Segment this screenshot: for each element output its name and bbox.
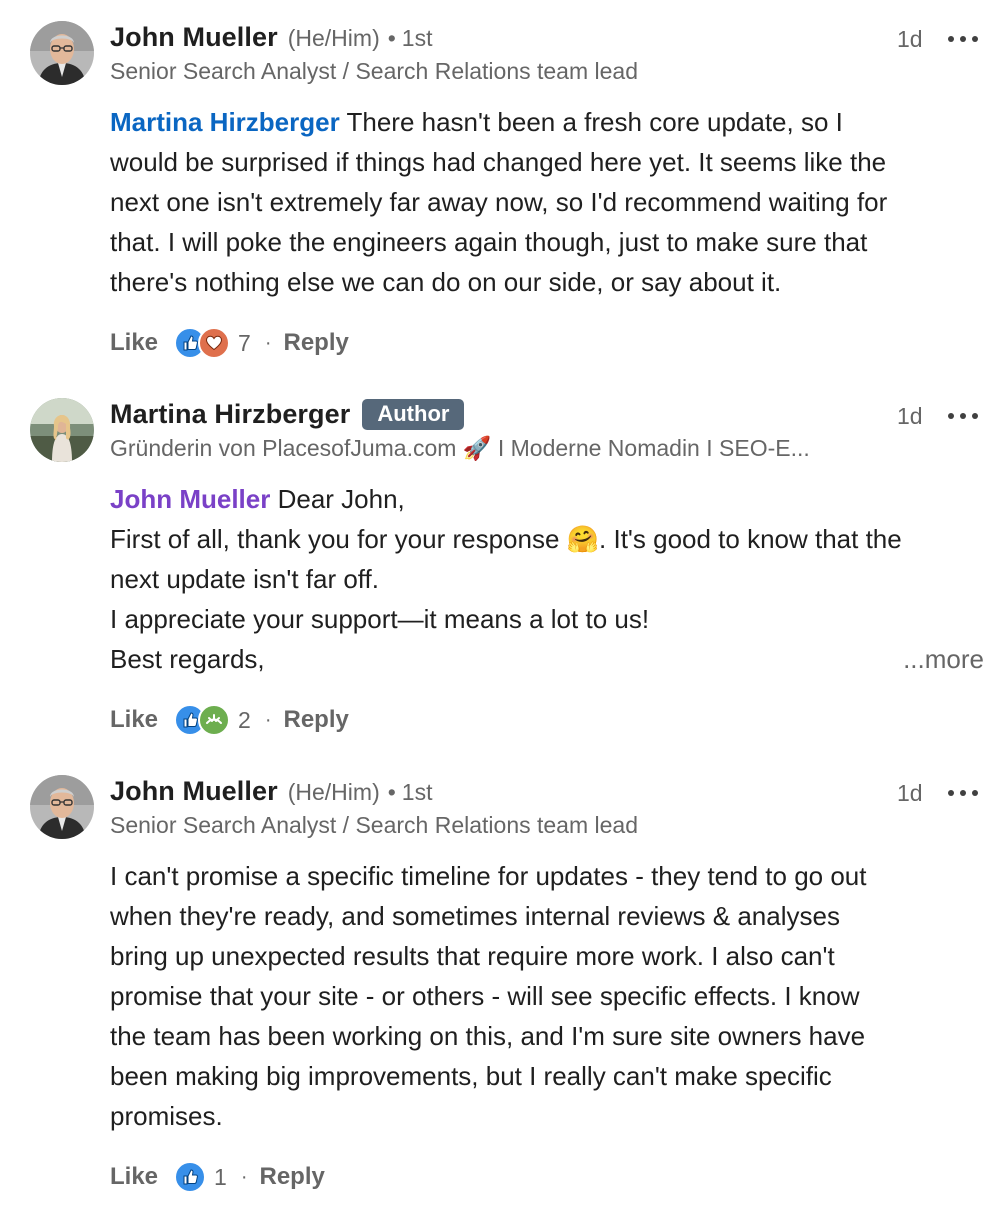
comment-3-name-line: John Mueller (He/Him) • 1st	[110, 776, 432, 810]
comment-text-line: promise that your site - or others - wil…	[110, 981, 860, 1011]
comment-text: I can't promise a specific timeline for …	[110, 856, 996, 1136]
like-button[interactable]: Like	[110, 329, 158, 357]
comment-text-line: Dear John,	[270, 484, 405, 514]
author-badge: Author	[362, 399, 465, 430]
like-button[interactable]: Like	[110, 1163, 158, 1191]
connection-degree: 1st	[401, 25, 433, 51]
comment-text-line: I can't promise a specific timeline for …	[110, 861, 867, 891]
comment-text-line: there's nothing else we can do on our si…	[110, 267, 782, 297]
reactions-summary[interactable]: 2	[174, 704, 251, 736]
connection-degree: 1st	[401, 779, 433, 805]
separator-dot: ·	[264, 708, 272, 731]
see-more-link[interactable]: ...more	[903, 639, 984, 679]
avatar-john-mueller[interactable]	[30, 775, 94, 839]
comment-text: John Mueller Dear John, First of all, th…	[110, 479, 996, 679]
author-headline: Senior Search Analyst / Search Relations…	[110, 812, 639, 838]
reaction-count: 7	[238, 329, 251, 356]
comment-text-line: There hasn't been a fresh core update, s…	[339, 107, 843, 137]
comment-time: 1d	[897, 26, 923, 52]
comment-2-name-line: Martina Hirzberger Author	[110, 399, 465, 433]
comment-text-line: promises.	[110, 1101, 223, 1131]
author-name[interactable]: John Mueller	[110, 22, 278, 53]
more-options-icon[interactable]	[948, 34, 978, 44]
comment-1-name-line: John Mueller (He/Him) • 1st	[110, 22, 432, 56]
separator-dot: ·	[240, 1165, 248, 1188]
comment-text: Martina Hirzberger There hasn't been a f…	[110, 102, 996, 302]
author-name[interactable]: John Mueller	[110, 776, 278, 807]
comment-text-line: when they're ready, and sometimes intern…	[110, 901, 840, 931]
pronouns: (He/Him)	[287, 779, 380, 805]
author-headline: Gründerin von PlacesofJuma.com 🚀 I Moder…	[110, 435, 810, 461]
author-headline: Senior Search Analyst / Search Relations…	[110, 58, 639, 84]
reply-button[interactable]: Reply	[284, 329, 349, 357]
comment-time: 1d	[897, 780, 923, 806]
comment-text-line: next update isn't far off.	[110, 564, 379, 594]
comment-actions: Like 7 · Reply	[110, 325, 349, 361]
comment-text-line: would be surprised if things had changed…	[110, 147, 887, 177]
reaction-count: 1	[214, 1163, 227, 1190]
more-options-icon[interactable]	[948, 411, 978, 421]
reactions-summary[interactable]: 1	[174, 1161, 227, 1193]
reply-button[interactable]: Reply	[260, 1163, 325, 1191]
comment-text-line: bring up unexpected results that require…	[110, 941, 835, 971]
mention-link[interactable]: John Mueller	[110, 484, 270, 514]
support-icon	[198, 704, 231, 736]
like-button[interactable]: Like	[110, 706, 158, 734]
reply-button[interactable]: Reply	[284, 706, 349, 734]
comment-text-line: next one isn't extremely far away now, s…	[110, 187, 888, 217]
like-icon	[174, 1161, 207, 1193]
avatar-martina-hirzberger[interactable]	[30, 398, 94, 462]
reactions-summary[interactable]: 7	[174, 327, 251, 359]
comment-text-line: the team has been working on this, and I…	[110, 1021, 866, 1051]
avatar-photo-icon	[30, 398, 94, 462]
comment-text-line: been making big improvements, but I real…	[110, 1061, 832, 1091]
comment-text-line: First of all, thank you for your respons…	[110, 524, 902, 554]
pronouns: (He/Him)	[287, 25, 380, 51]
comment-text-line: that. I will poke the engineers again th…	[110, 227, 868, 257]
separator-dot: •	[387, 779, 396, 805]
avatar-john-mueller[interactable]	[30, 21, 94, 85]
mention-link[interactable]: Martina Hirzberger	[110, 107, 340, 137]
comment-time: 1d	[897, 403, 923, 429]
separator-dot: ·	[264, 331, 272, 354]
comment-text-line: Best regards,	[110, 644, 265, 674]
love-icon	[198, 327, 231, 359]
comment-text-line: I appreciate your support—it means a lot…	[110, 604, 650, 634]
comment-actions: Like 2 · Reply	[110, 702, 349, 738]
more-options-icon[interactable]	[948, 788, 978, 798]
avatar-photo-icon	[30, 21, 94, 85]
reaction-count: 2	[238, 706, 251, 733]
comment-actions: Like 1 · Reply	[110, 1159, 325, 1195]
separator-dot: •	[387, 25, 396, 51]
author-name[interactable]: Martina Hirzberger	[110, 399, 350, 430]
avatar-photo-icon	[30, 775, 94, 839]
